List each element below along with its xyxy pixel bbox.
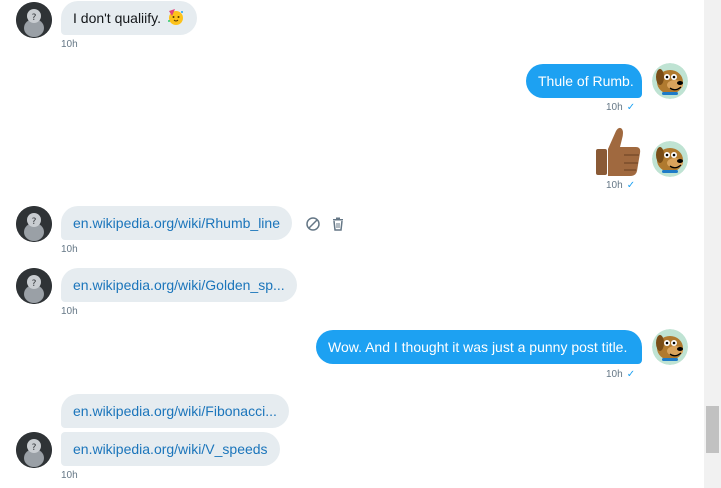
party-face-icon [167, 9, 183, 25]
message-link[interactable]: en.wikipedia.org/wiki/Fibonacci... [73, 403, 277, 419]
message-timestamp: 10h [61, 244, 78, 255]
link-message-bubble[interactable]: en.wikipedia.org/wiki/Fibonacci... [61, 394, 289, 428]
sender-avatar[interactable]: ? [16, 432, 52, 468]
message-timestamp: 10h ✓ [606, 369, 636, 380]
message-bubble[interactable]: Wow. And I thought it was just a punny p… [316, 330, 642, 364]
message-bubble[interactable]: Thule of Rumb. [526, 64, 642, 98]
block-icon[interactable] [305, 216, 321, 232]
message-text: I don't qualiify. [73, 10, 162, 26]
message-timestamp: 10h ✓ [606, 102, 636, 113]
message-link[interactable]: en.wikipedia.org/wiki/Golden_sp... [73, 277, 285, 293]
svg-text:?: ? [32, 279, 37, 289]
svg-text:?: ? [32, 13, 37, 23]
cartoon-dog-icon [652, 329, 688, 365]
message-timestamp: 10h ✓ [606, 180, 636, 191]
thumbs-up-icon[interactable] [594, 125, 642, 177]
cartoon-dog-icon [652, 63, 688, 99]
sent-check-icon: ✓ [626, 102, 636, 113]
anonymous-user-icon: ? [16, 268, 52, 304]
trash-icon[interactable] [330, 216, 346, 232]
svg-text:?: ? [32, 217, 37, 227]
self-avatar[interactable] [652, 63, 688, 99]
message-text: Thule of Rumb. [538, 73, 634, 89]
message-timestamp: 10h [61, 306, 78, 317]
anonymous-user-icon: ? [16, 2, 52, 38]
sender-avatar[interactable]: ? [16, 268, 52, 304]
link-message-bubble[interactable]: en.wikipedia.org/wiki/Rhumb_line [61, 206, 292, 240]
sent-check-icon: ✓ [626, 180, 636, 191]
self-avatar[interactable] [652, 329, 688, 365]
anonymous-user-icon: ? [16, 432, 52, 468]
message-text: Wow. And I thought it was just a punny p… [328, 339, 628, 355]
sent-check-icon: ✓ [626, 369, 636, 380]
scrollbar-thumb[interactable] [706, 406, 719, 453]
message-timestamp: 10h [61, 39, 78, 50]
message-timestamp: 10h [61, 470, 78, 481]
self-avatar[interactable] [652, 141, 688, 177]
link-message-bubble[interactable]: en.wikipedia.org/wiki/Golden_sp... [61, 268, 297, 302]
anonymous-user-icon: ? [16, 206, 52, 242]
conversation-panel: ? I don't qualiify. 10h Thule of Rumb. 1… [0, 0, 704, 488]
message-link[interactable]: en.wikipedia.org/wiki/Rhumb_line [73, 215, 280, 231]
message-link[interactable]: en.wikipedia.org/wiki/V_speeds [73, 441, 268, 457]
link-message-bubble[interactable]: en.wikipedia.org/wiki/V_speeds [61, 432, 280, 466]
message-bubble[interactable]: I don't qualiify. [61, 1, 197, 35]
cartoon-dog-icon [652, 141, 688, 177]
svg-text:?: ? [32, 443, 37, 453]
sender-avatar[interactable]: ? [16, 206, 52, 242]
sender-avatar[interactable]: ? [16, 2, 52, 38]
